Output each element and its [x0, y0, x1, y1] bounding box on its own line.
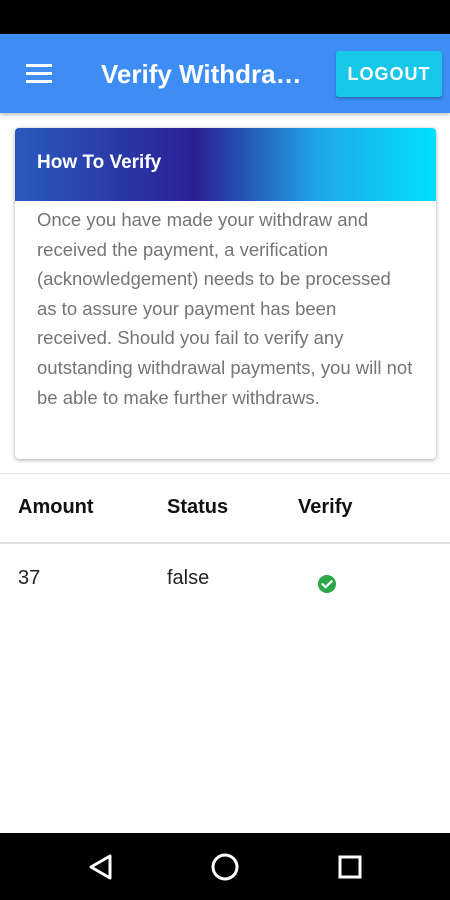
recents-square-icon[interactable]	[334, 851, 366, 883]
card-title: How To Verify	[37, 152, 162, 173]
check-circle-icon[interactable]	[317, 574, 337, 594]
cell-status: false	[167, 567, 210, 589]
status-bar	[0, 0, 450, 34]
cell-amount: 37	[18, 567, 41, 589]
column-header-amount: Amount	[18, 496, 94, 518]
how-to-verify-card: How To Verify Once you have made your wi…	[15, 128, 436, 459]
card-body-text: Once you have made your withdraw and rec…	[37, 209, 413, 408]
column-header-verify: Verify	[298, 496, 353, 518]
table-row: 37 false	[0, 544, 450, 614]
page-title: Verify Withdrawals	[101, 59, 311, 89]
navigation-bar	[0, 833, 450, 900]
logout-button[interactable]: LOGOUT	[336, 51, 442, 97]
app-bar: Verify Withdrawals LOGOUT	[0, 34, 450, 113]
table-header: Amount Status Verify	[0, 474, 450, 542]
card-header: How To Verify	[15, 128, 436, 201]
back-triangle-icon[interactable]	[86, 851, 118, 883]
home-circle-icon[interactable]	[209, 851, 241, 883]
menu-icon[interactable]	[22, 60, 58, 88]
column-header-status: Status	[167, 496, 229, 518]
